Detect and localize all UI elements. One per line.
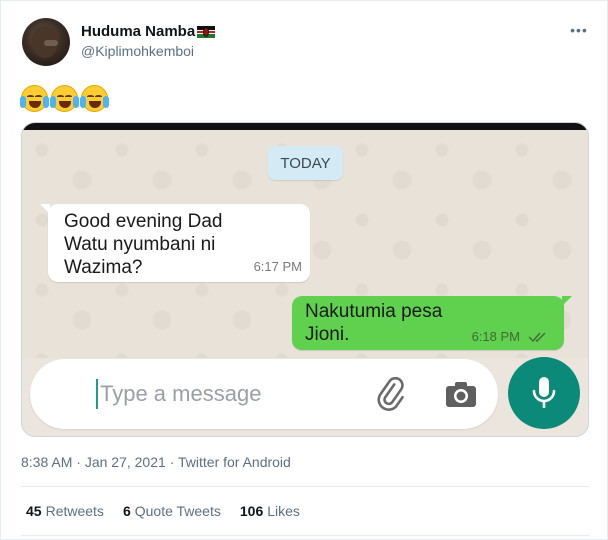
tweet-time[interactable]: 8:38 AM: [21, 454, 72, 470]
retweets-stat[interactable]: 45 Retweets: [26, 503, 104, 519]
tweet-card: Huduma Namba @Kiplimohkemboi ••• TODAY G…: [0, 0, 608, 540]
quote-tweets-stat[interactable]: 6 Quote Tweets: [123, 503, 221, 519]
paperclip-icon[interactable]: [374, 377, 410, 413]
message-line: Jioni.: [305, 324, 350, 345]
chat-wallpaper: TODAY Good evening Dad Watu nyumbani ni …: [22, 130, 588, 358]
kenya-flag-icon: [197, 25, 216, 38]
engagement-stats: 45 Retweets 6 Quote Tweets 106 Likes: [26, 503, 319, 519]
likes-label: Likes: [267, 503, 300, 519]
media-top-bar: [22, 123, 588, 130]
date-chip: TODAY: [268, 146, 343, 180]
likes-count: 106: [239, 503, 264, 519]
voice-message-button[interactable]: [508, 357, 580, 429]
likes-stat[interactable]: 106 Likes: [240, 503, 300, 519]
quote-tweets-count: 6: [122, 503, 131, 519]
tweet-media-image[interactable]: TODAY Good evening Dad Watu nyumbani ni …: [21, 122, 589, 437]
separator: ·: [169, 454, 175, 470]
outgoing-message-bubble: Nakutumia pesa Jioni. 6:18 PM: [292, 296, 572, 350]
camera-icon[interactable]: [444, 379, 478, 409]
tweet-metadata: 8:38 AM · Jan 27, 2021 · Twitter for And…: [21, 454, 291, 470]
message-input-placeholder: Type a message: [100, 381, 262, 406]
microphone-icon: [532, 377, 556, 408]
message-text: Good evening Dad Watu nyumbani ni Wazima…: [64, 210, 264, 279]
tweet-date[interactable]: Jan 27, 2021: [85, 454, 166, 470]
username-handle[interactable]: @Kiplimohkemboi: [81, 43, 194, 59]
message-line: Wazima?: [64, 257, 143, 278]
author-name-row[interactable]: Huduma Namba: [81, 23, 216, 40]
message-text: Nakutumia pesa Jioni.: [305, 300, 475, 346]
face-with-tears-of-joy-icon: [50, 85, 79, 112]
message-line: Good evening Dad: [64, 211, 223, 232]
text-caret: [96, 379, 98, 409]
message-time: 6:18 PM: [471, 329, 520, 344]
message-input[interactable]: Type a message: [30, 359, 498, 429]
display-name[interactable]: Huduma Namba: [81, 23, 195, 40]
divider: [21, 535, 589, 536]
more-options-icon[interactable]: •••: [569, 23, 589, 39]
separator: ·: [76, 454, 81, 470]
avatar[interactable]: [22, 18, 70, 66]
quote-tweets-label: Quote Tweets: [134, 503, 221, 519]
divider: [21, 486, 589, 487]
face-with-tears-of-joy-icon: [80, 85, 109, 112]
incoming-message-bubble: Good evening Dad Watu nyumbani ni Wazima…: [40, 204, 310, 282]
retweets-count: 45: [26, 503, 42, 519]
tweet-text: [20, 85, 109, 112]
retweets-label: Retweets: [45, 503, 104, 519]
read-ticks-icon: [528, 332, 546, 343]
face-with-tears-of-joy-icon: [20, 85, 49, 112]
message-time: 6:17 PM: [253, 259, 302, 274]
tweet-source[interactable]: Twitter for Android: [178, 454, 291, 470]
message-line: Nakutumia pesa: [305, 301, 443, 322]
message-line: Watu nyumbani ni: [64, 234, 216, 255]
